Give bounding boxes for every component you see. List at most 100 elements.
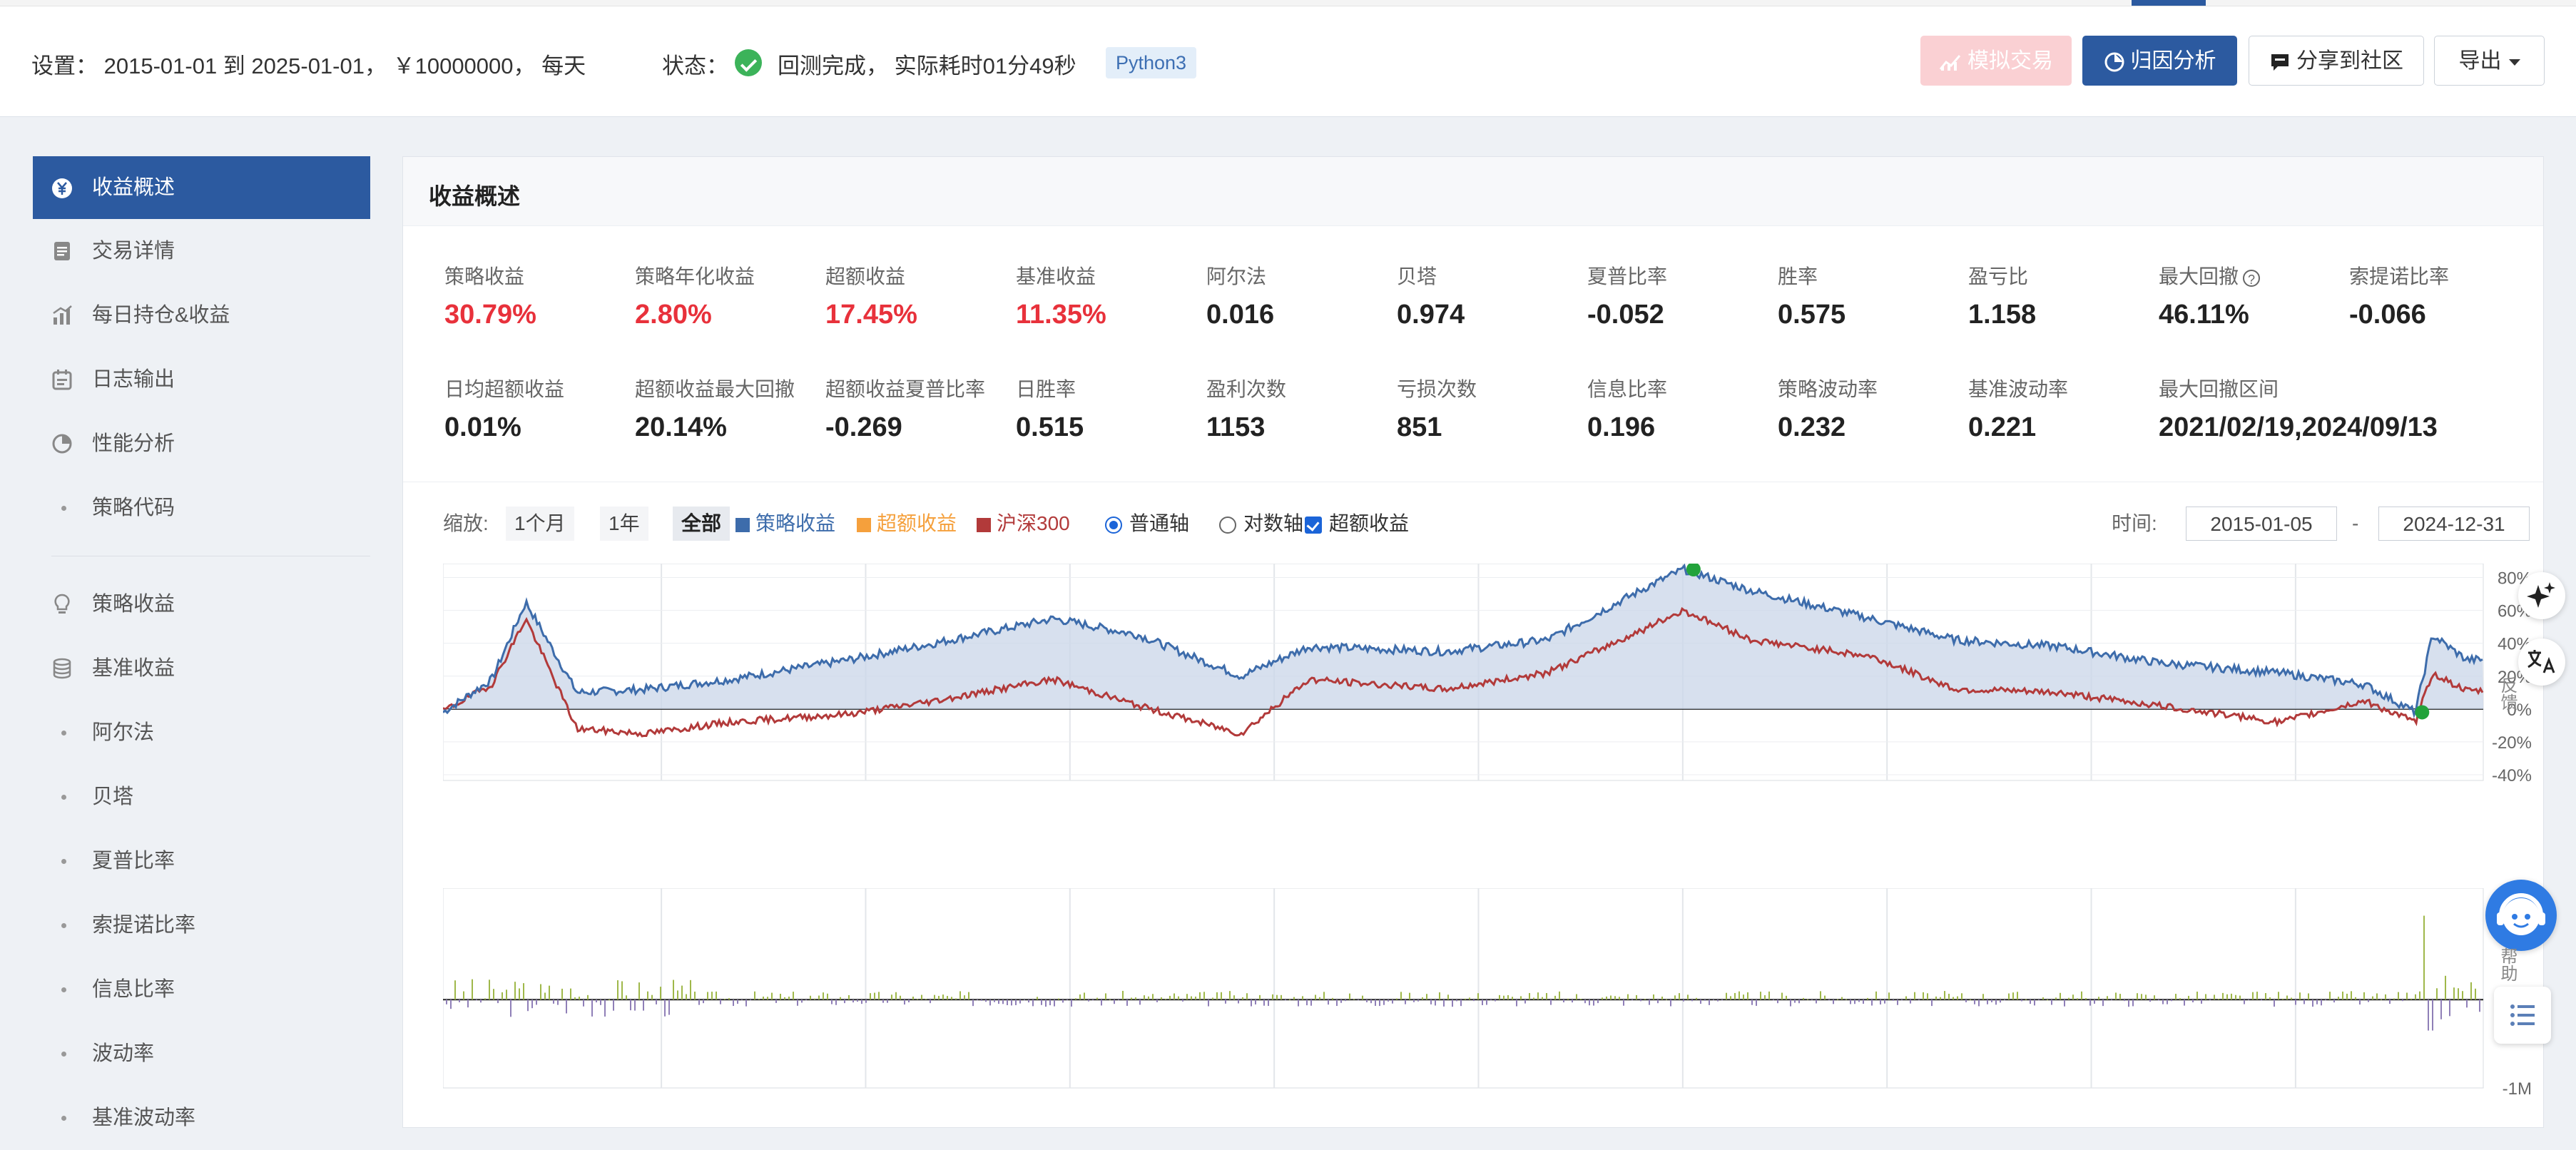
return-overview-panel: 收益概述 策略收益 30.79% 策略年化收益 2.80% 超额收益 17.45% 基… — [402, 156, 2544, 1128]
excess-bar — [1730, 996, 1731, 1000]
excess-bar — [1777, 999, 1778, 1004]
time-label: 时间: — [2112, 512, 2157, 534]
sidebar-item-strategy-code[interactable]: 策略代码 — [33, 476, 370, 540]
legend-excess-return[interactable]: 超额收益 — [857, 507, 957, 541]
excess-bar — [1584, 999, 1586, 1004]
excess-bar — [1281, 994, 1282, 1000]
metric-profit-loss-ratio: 盈亏比 1.158 — [1968, 261, 2154, 330]
excess-bar — [1028, 999, 1029, 1003]
metric-label: 策略年化收益 — [635, 265, 755, 288]
excess-bar — [1131, 997, 1132, 1000]
excess-bar — [745, 999, 747, 1007]
sidebar-item-return-overview[interactable]: 收益概述 — [33, 156, 370, 219]
metric-max-drawdown-period: 最大回撤区间 2021/02/19,2024/09/13 — [2159, 374, 2515, 443]
excess-bar — [1310, 999, 1312, 1006]
sidebar-item-information-ratio[interactable]: 信息比率 — [33, 957, 370, 1022]
customer-service-button[interactable] — [2485, 880, 2557, 951]
sidebar-item-log-output[interactable]: 日志输出 — [33, 347, 370, 412]
sidebar-item-alpha[interactable]: 阿尔法 — [33, 701, 370, 765]
share-community-button[interactable]: 分享到社区 — [2249, 36, 2424, 86]
excess-bar — [1238, 999, 1239, 1004]
sidebar-item-daily-positions[interactable]: 每日持仓&收益 — [33, 283, 370, 347]
metric-label: 基准波动率 — [1968, 378, 2069, 400]
excess-bar — [2162, 999, 2164, 1004]
log-axis-radio[interactable]: 对数轴 — [1219, 507, 1303, 541]
excess-bar-chart[interactable]: 1M0M-1M — [443, 888, 2533, 1102]
metric-strategy-volatility: 策略波动率 0.232 — [1778, 374, 1963, 443]
excess-bar — [1345, 999, 1346, 1002]
excess-bar — [1229, 991, 1231, 1000]
excess-bar — [1366, 999, 1368, 1002]
excess-bar — [1015, 999, 1017, 1005]
sidebar-item-benchmark-volatility[interactable]: 基准波动率 — [33, 1086, 370, 1150]
excess-bar — [1443, 999, 1445, 1007]
legend-strategy-return[interactable]: 策略收益 — [735, 507, 835, 541]
bullet-dot — [61, 987, 66, 992]
sidebar-item-benchmark-return[interactable]: 基准收益 — [33, 636, 370, 701]
list-menu-button[interactable] — [2494, 987, 2551, 1044]
help-tab[interactable]: 帮助 — [2495, 947, 2520, 982]
excess-bar — [1764, 995, 1766, 1000]
excess-bar — [2060, 992, 2061, 1000]
translate-button[interactable] — [2518, 638, 2565, 686]
help-icon[interactable]: ? — [2243, 269, 2261, 287]
excess-bar — [2025, 999, 2027, 1000]
sidebar-item-label: 基准收益 — [92, 657, 175, 680]
start-date-input[interactable]: 2015-01-05 — [2186, 507, 2337, 541]
sidebar-item-strategy-return[interactable]: 策略收益 — [33, 572, 370, 636]
end-date-input[interactable]: 2024-12-31 — [2378, 507, 2530, 541]
simulate-trading-button[interactable]: 模拟交易 — [1920, 36, 2072, 86]
metric-value: 30.79% — [444, 300, 536, 330]
excess-bar — [1049, 999, 1051, 1006]
excess-bar — [1477, 993, 1479, 1000]
excess-bar — [609, 999, 610, 1001]
excess-bar — [1439, 992, 1440, 1000]
legend-csi300[interactable]: 沪深300 — [977, 507, 1070, 541]
excess-bar — [2248, 999, 2249, 1001]
sidebar-item-label: 策略收益 — [92, 593, 175, 616]
drawdown-marker-min — [2415, 705, 2430, 720]
excess-bar — [1563, 999, 1564, 1003]
list-icon — [2510, 1004, 2535, 1026]
excess-bar — [1726, 992, 1727, 1000]
sidebar-item-performance[interactable]: 性能分析 — [33, 412, 370, 476]
document-icon — [54, 242, 70, 260]
excess-bar — [882, 999, 884, 1003]
return-line-chart[interactable]: 80%60%40%20%0%-20%-40% — [443, 564, 2533, 785]
sidebar-item-sharpe[interactable]: 夏普比率 — [33, 829, 370, 893]
sidebar-item-volatility[interactable]: 波动率 — [33, 1022, 370, 1086]
excess-bar — [1773, 999, 1774, 1001]
feedback-tab[interactable]: 反馈 — [2495, 676, 2520, 711]
excess-bar — [2376, 993, 2378, 1000]
excess-bar — [1884, 999, 1885, 1004]
excess-bar — [1362, 995, 1363, 1000]
excess-bar — [1768, 991, 1770, 1000]
excess-bar — [947, 996, 948, 1000]
ai-assistant-button[interactable] — [2518, 572, 2565, 619]
zoom-1-month-button[interactable]: 1个月 — [506, 507, 574, 541]
excess-bar — [1298, 999, 1299, 1007]
attribution-analysis-button[interactable]: 归因分析 — [2082, 36, 2237, 86]
bar-plot-border — [443, 888, 2484, 1089]
bulb-icon — [54, 594, 70, 614]
excess-bar — [2030, 999, 2031, 1004]
excess-bar — [1798, 999, 1800, 1004]
excess-bar — [1790, 999, 1791, 1007]
share-community-label: 分享到社区 — [2296, 49, 2403, 73]
excess-bar — [1756, 999, 1757, 1006]
export-dropdown-button[interactable]: 导出 — [2434, 36, 2545, 86]
excess-bar — [480, 999, 482, 1003]
excess-bar — [2179, 998, 2181, 1000]
excess-bar — [1268, 999, 1269, 1007]
sidebar-item-trade-details[interactable]: 交易详情 — [33, 219, 370, 283]
excess-bar — [1520, 996, 1522, 1000]
normal-axis-radio[interactable]: 普通轴 — [1105, 507, 1189, 541]
sidebar-item-beta[interactable]: 贝塔 — [33, 765, 370, 829]
excess-bar — [908, 999, 910, 1003]
excess-bar — [2064, 999, 2065, 1007]
sidebar-item-sortino[interactable]: 索提诺比率 — [33, 893, 370, 957]
zoom-1-year-button[interactable]: 1年 — [600, 507, 648, 541]
metric-label: 策略收益 — [444, 265, 525, 288]
zoom-all-button[interactable]: 全部 — [673, 507, 730, 541]
excess-return-checkbox[interactable]: 超额收益 — [1305, 507, 1409, 541]
